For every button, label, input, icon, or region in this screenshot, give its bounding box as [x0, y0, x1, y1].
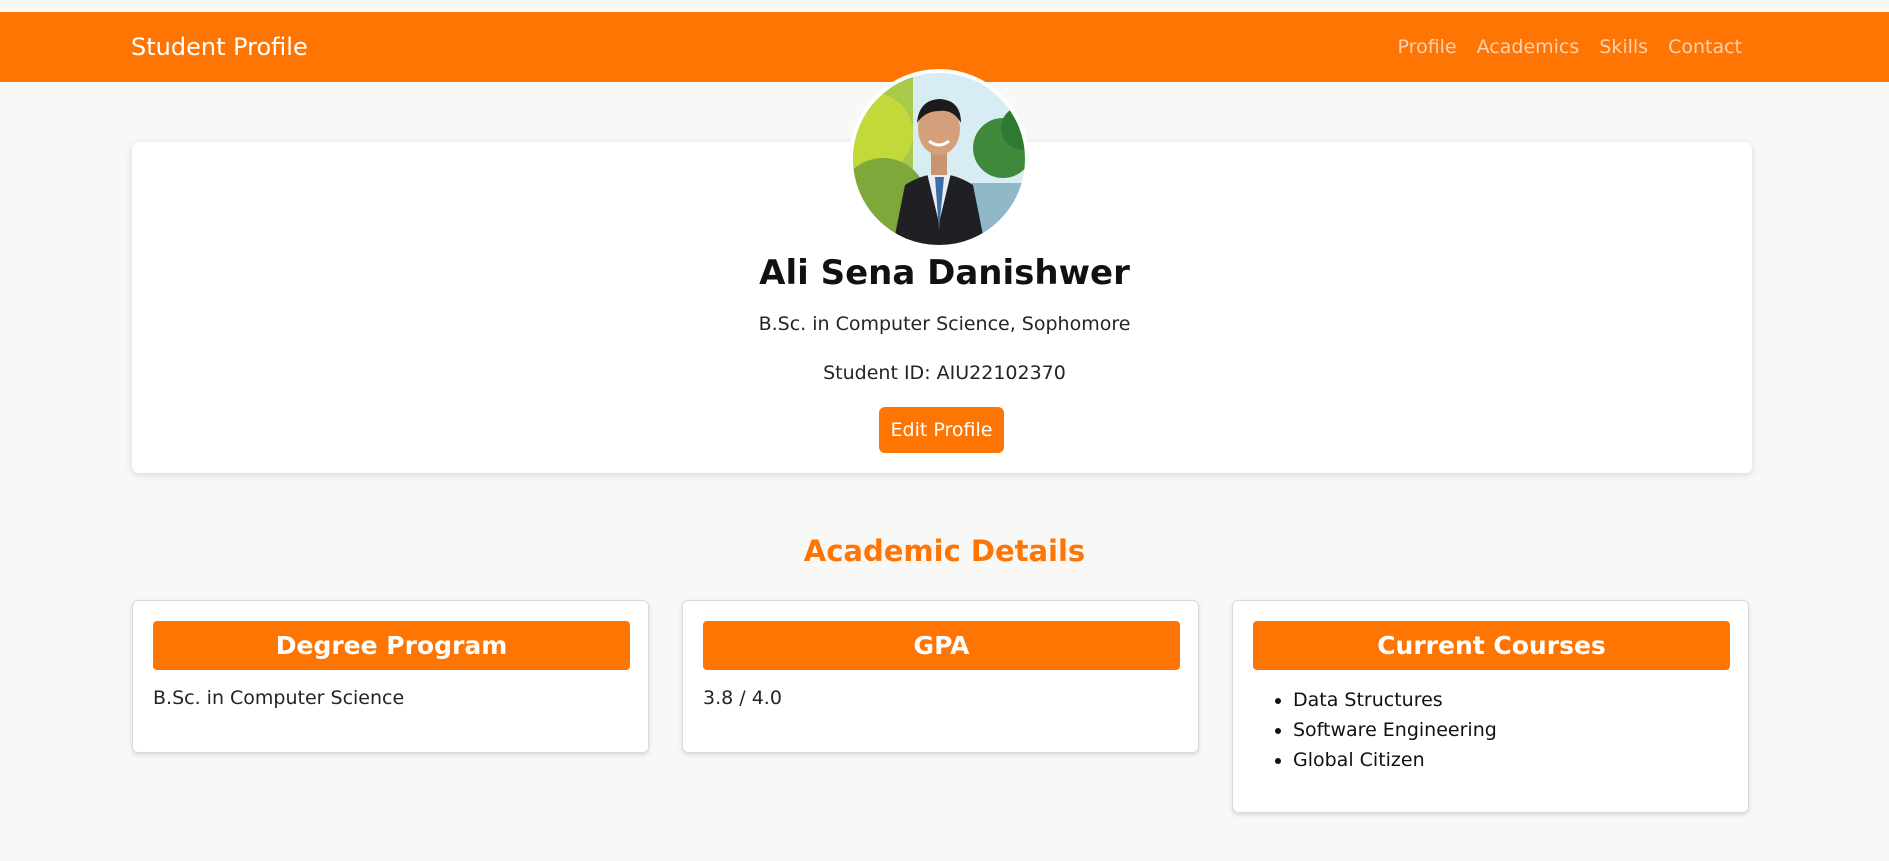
- course-list: Data Structures Software Engineering Glo…: [1253, 685, 1497, 775]
- gpa-value: 3.8 / 4.0: [703, 687, 782, 709]
- degree-program-value: B.Sc. in Computer Science: [153, 687, 405, 709]
- nav-link-profile[interactable]: Profile: [1398, 36, 1457, 58]
- degree-program-header: Degree Program: [153, 621, 630, 670]
- course-item: Global Citizen: [1293, 745, 1497, 775]
- nav-link-contact[interactable]: Contact: [1668, 36, 1742, 58]
- student-degree: B.Sc. in Computer Science, Sophomore: [758, 313, 1131, 335]
- brand-link[interactable]: Student Profile: [131, 12, 308, 82]
- course-item: Software Engineering: [1293, 715, 1497, 745]
- academic-details-title: Academic Details: [803, 534, 1086, 568]
- edit-profile-button[interactable]: Edit Profile: [879, 407, 1004, 453]
- profile-photo-image: [853, 73, 1025, 245]
- gpa-header: GPA: [703, 621, 1180, 670]
- profile-photo: [849, 69, 1029, 249]
- gpa-card: GPA 3.8 / 4.0: [682, 600, 1199, 753]
- nav-links: Profile Academics Skills Contact: [1398, 12, 1742, 82]
- current-courses-card: Current Courses Data Structures Software…: [1232, 600, 1749, 813]
- nav-link-skills[interactable]: Skills: [1599, 36, 1648, 58]
- degree-program-card: Degree Program B.Sc. in Computer Science: [132, 600, 649, 753]
- current-courses-header: Current Courses: [1253, 621, 1730, 670]
- student-name: Ali Sena Danishwer: [759, 253, 1130, 293]
- nav-link-academics[interactable]: Academics: [1477, 36, 1580, 58]
- course-item: Data Structures: [1293, 685, 1497, 715]
- student-id: Student ID: AIU22102370: [823, 362, 1066, 384]
